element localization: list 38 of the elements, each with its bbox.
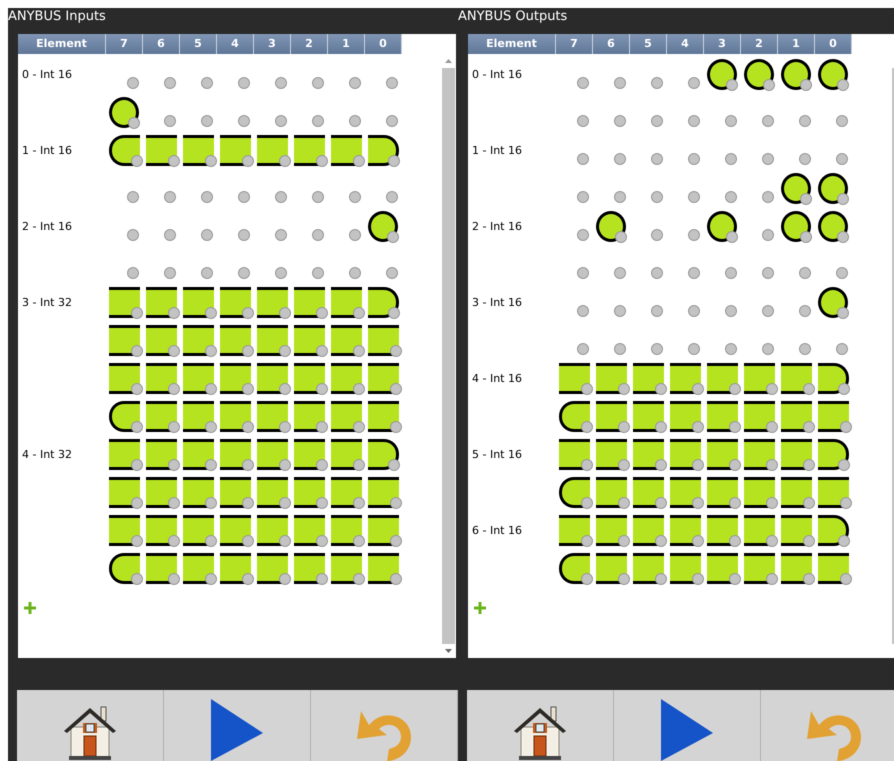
element-label: 2 - Int 16 <box>21 219 72 233</box>
column-header: 7 <box>106 34 143 54</box>
column-header: 2 <box>291 34 328 54</box>
column-header: Element <box>468 34 556 54</box>
panel-title: ANYBUS Outputs <box>458 9 568 24</box>
column-header: 7 <box>556 34 593 54</box>
element-label: 3 - Int 32 <box>21 295 72 309</box>
column-header: 2 <box>741 34 778 54</box>
element-label: 1 - Int 16 <box>21 143 72 157</box>
column-header: 5 <box>180 34 217 54</box>
element-label: 6 - Int 16 <box>471 523 522 537</box>
element-label: 0 - Int 16 <box>21 67 72 81</box>
column-header: 0 <box>365 34 402 54</box>
column-header: 3 <box>704 34 741 54</box>
element-label: 1 - Int 16 <box>471 143 522 157</box>
column-header: 5 <box>630 34 667 54</box>
column-header: 6 <box>593 34 630 54</box>
element-label: 4 - Int 16 <box>471 371 522 385</box>
play-icon <box>659 699 715 761</box>
column-header: 4 <box>217 34 254 54</box>
element-label: 5 - Int 16 <box>471 447 522 461</box>
scroll-up-icon[interactable] <box>445 59 452 63</box>
column-header: 3 <box>254 34 291 54</box>
column-header: 1 <box>778 34 815 54</box>
play-icon <box>209 699 265 761</box>
panel-title: ANYBUS Inputs <box>8 9 106 24</box>
element-label: 0 - Int 16 <box>471 67 522 81</box>
column-header: 4 <box>667 34 704 54</box>
element-label: 2 - Int 16 <box>471 219 522 233</box>
add-icon[interactable] <box>474 602 486 614</box>
element-label: 3 - Int 16 <box>471 295 522 309</box>
column-header: Element <box>18 34 106 54</box>
element-label: 4 - Int 32 <box>21 447 72 461</box>
column-header: 6 <box>143 34 180 54</box>
scroll-down-icon[interactable] <box>445 649 452 653</box>
column-header: 1 <box>328 34 365 54</box>
add-icon[interactable] <box>24 602 36 614</box>
column-header: 0 <box>815 34 852 54</box>
